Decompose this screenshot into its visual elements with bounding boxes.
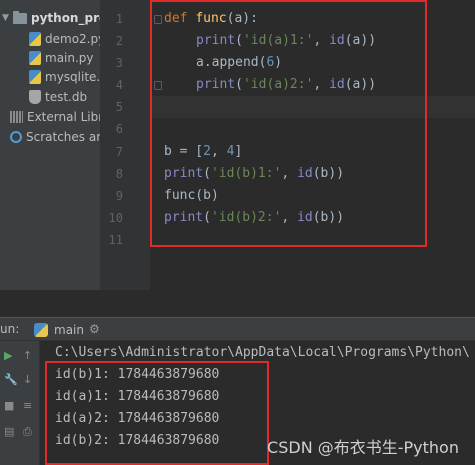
line-number: 9 xyxy=(115,189,123,203)
run-tool-window-header: un: main ⚙ xyxy=(0,317,475,341)
line-number: 5 xyxy=(115,100,123,114)
code-highlight-box xyxy=(150,0,427,247)
database-file-icon xyxy=(29,90,41,104)
line-number: 7 xyxy=(115,145,123,159)
scratches-item[interactable]: Scratches ar xyxy=(10,127,101,147)
line-number: 4 xyxy=(115,78,123,92)
console-command-line: C:\Users\Administrator\AppData\Local\Pro… xyxy=(55,345,470,360)
run-label: un: xyxy=(0,322,20,336)
line-number: 2 xyxy=(115,34,123,48)
output-highlight-box xyxy=(45,361,269,465)
line-number: 11 xyxy=(108,233,123,247)
project-root[interactable]: ▼ python_pro xyxy=(2,8,101,28)
run-tab-label: main xyxy=(54,322,84,337)
stop-icon[interactable]: ■ xyxy=(4,399,14,412)
file-label: main.py xyxy=(45,51,94,65)
run-tab-main[interactable]: main xyxy=(34,319,84,340)
project-panel: ▼ python_pro demo2.py main.py mysqlite. … xyxy=(0,0,101,290)
line-number: 3 xyxy=(115,56,123,70)
layout-icon[interactable]: ▤ xyxy=(4,425,14,438)
print-icon[interactable]: ⎙ xyxy=(23,425,32,439)
panel-divider[interactable] xyxy=(0,290,475,317)
file-item-testdb[interactable]: test.db xyxy=(29,87,87,107)
run-toolbar: ▶ ↑ 🔧 ↓ ■ ≡ ▤ ⎙ xyxy=(0,341,40,465)
library-icon xyxy=(10,111,23,123)
gear-icon[interactable]: ⚙ xyxy=(89,322,100,336)
project-root-label: python_pro xyxy=(31,11,101,25)
python-icon xyxy=(34,322,48,337)
soft-wrap-icon[interactable]: ≡ xyxy=(23,399,32,412)
external-libraries-item[interactable]: External Libr xyxy=(10,107,101,127)
down-arrow-icon[interactable]: ↓ xyxy=(23,373,32,386)
python-file-icon xyxy=(29,70,41,84)
folder-icon xyxy=(13,10,27,24)
file-item-main[interactable]: main.py xyxy=(29,48,94,68)
scratches-icon xyxy=(10,131,22,143)
line-number-gutter: 1 2 3 4 5 6 7 8 9 10 11 xyxy=(101,0,162,290)
file-label: demo2.py xyxy=(45,32,101,46)
up-arrow-icon[interactable]: ↑ xyxy=(23,349,32,362)
file-label: mysqlite. xyxy=(45,70,101,84)
wrench-icon[interactable]: 🔧 xyxy=(4,373,18,386)
watermark-text: CSDN @布衣书生-Python xyxy=(267,438,459,457)
line-number: 8 xyxy=(115,167,123,181)
line-number: 1 xyxy=(115,12,123,26)
file-item-mysqlite[interactable]: mysqlite. xyxy=(29,67,100,87)
python-file-icon xyxy=(29,51,41,65)
rerun-icon[interactable]: ▶ xyxy=(4,349,12,362)
line-number: 10 xyxy=(108,211,123,225)
chevron-down-icon[interactable]: ▼ xyxy=(2,13,11,23)
python-file-icon xyxy=(29,32,41,46)
line-number: 6 xyxy=(115,122,123,136)
file-item-demo2[interactable]: demo2.py xyxy=(29,29,101,49)
file-label: test.db xyxy=(45,90,88,104)
external-libraries-label: External Libr xyxy=(27,110,101,124)
scratches-label: Scratches ar xyxy=(26,130,101,144)
